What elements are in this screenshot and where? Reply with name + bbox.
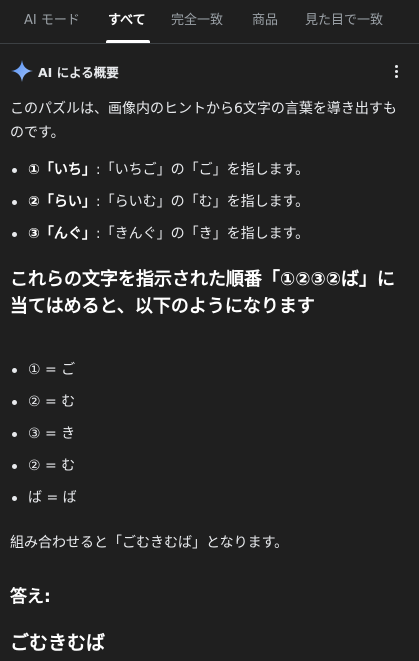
list-item: ①「いち」:「いちご」の「ご」を指します。 (10, 154, 415, 186)
hint-list: ①「いち」:「いちご」の「ご」を指します。 ②「らい」:「らいむ」の「む」を指し… (10, 154, 415, 250)
answer-label: 答え: (10, 587, 51, 607)
list-item: ③ = き (10, 418, 210, 450)
sparkle-icon (11, 60, 33, 82)
tab-all[interactable]: すべて (108, 12, 146, 30)
answer-value: ごむきむば (10, 632, 106, 654)
search-tabs: AI モード すべて 完全一致 商品 見た目で一致 (0, 0, 419, 44)
hint-text: :「いちご」の「ご」を指します。 (95, 162, 310, 178)
list-item: ③「んぐ」:「きんぐ」の「き」を指します。 (10, 218, 415, 250)
ai-overview-title: AI による概要 (38, 65, 119, 80)
mapping-list: ① = ご ② = む ③ = き ② = む ば = ば (10, 354, 210, 514)
list-item: ② = む (10, 386, 210, 418)
section-heading: これらの文字を指示された順番「①②③②ば」に当てはめると、以下のようになります (10, 269, 395, 317)
tab-visual-matches[interactable]: 見た目で一致 (305, 12, 383, 30)
hint-label: ③「んぐ」 (28, 226, 96, 242)
hint-text: :「きんぐ」の「き」を指します。 (95, 226, 310, 242)
ai-overview-header: AI による概要 (10, 58, 410, 84)
tab-ai-mode[interactable]: AI モード (24, 12, 80, 30)
list-item: ① = ご (10, 354, 210, 386)
more-vert-icon[interactable] (386, 58, 406, 84)
hint-text: :「らいむ」の「む」を指します。 (95, 194, 310, 210)
tab-exact-match[interactable]: 完全一致 (171, 12, 223, 30)
intro-text: このパズルは、画像内のヒントから6文字の言葉を導き出すものです。 (10, 101, 397, 141)
hint-label: ②「らい」 (28, 194, 96, 210)
combine-text: 組み合わせると「ごむきむば」となります。 (10, 535, 289, 551)
active-tab-indicator (106, 40, 150, 43)
list-item: ②「らい」:「らいむ」の「む」を指します。 (10, 186, 415, 218)
list-item: ② = む (10, 450, 210, 482)
list-item: ば = ば (10, 482, 210, 514)
tab-products[interactable]: 商品 (252, 12, 278, 30)
search-results-page: AI モード すべて 完全一致 商品 見た目で一致 AI による概要 このパズル… (0, 0, 419, 661)
hint-label: ①「いち」 (28, 162, 96, 178)
